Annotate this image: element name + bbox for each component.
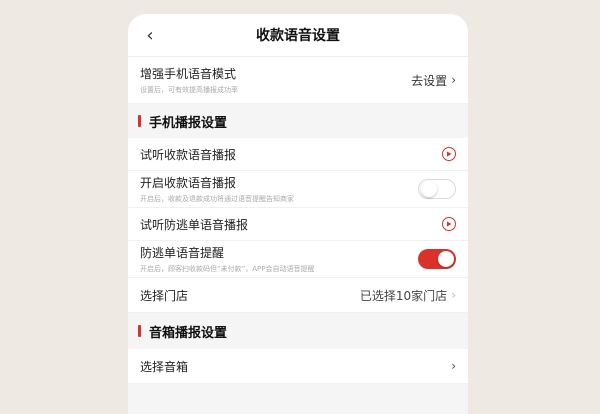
title-bar: ‹ 收款语音设置 xyxy=(128,14,468,57)
page-title: 收款语音设置 xyxy=(256,28,340,44)
enable-payment-voice-row: 开启收款语音播报 开启后，收款及退款成功将通过语音提醒告知商家 xyxy=(128,171,468,208)
play-icon[interactable] xyxy=(442,217,456,231)
anti-skip-voice-reminder-row: 防逃单语音提醒 开启后，顾客扫收款码但“未付款”，APP会自动语音提醒 xyxy=(128,241,468,278)
enhanced-voice-mode-row[interactable]: 增强手机语音模式 设置后，可有效提高播报成功率 去设置 › xyxy=(128,57,468,104)
anti-skip-voice-reminder-label: 防逃单语音提醒 xyxy=(140,246,225,260)
section-accent-bar xyxy=(138,115,141,127)
selected-store-count: 已选择10家门店 xyxy=(359,288,448,303)
enhanced-voice-mode-subtitle: 设置后，可有效提高播报成功率 xyxy=(140,86,238,94)
select-speaker-row[interactable]: 选择音箱 › xyxy=(128,349,468,384)
anti-skip-voice-reminder-subtitle: 开启后，顾客扫收款码但“未付款”，APP会自动语音提醒 xyxy=(140,265,315,273)
enhanced-voice-mode-label: 增强手机语音模式 xyxy=(140,67,237,81)
enable-payment-voice-toggle[interactable] xyxy=(418,179,456,199)
chevron-left-icon: ‹ xyxy=(146,25,154,46)
section-title: 手机播报设置 xyxy=(149,115,228,131)
phone-screen: ‹ 收款语音设置 增强手机语音模式 设置后，可有效提高播报成功率 去设置 › 手… xyxy=(128,14,468,414)
preview-payment-voice-label: 试听收款语音播报 xyxy=(140,147,237,162)
section-header-phone: 手机播报设置 xyxy=(128,104,468,138)
select-store-label: 选择门店 xyxy=(140,288,189,303)
preview-anti-skip-voice-row[interactable]: 试听防逃单语音播报 xyxy=(128,208,468,241)
section-header-speaker: 音箱播报设置 xyxy=(128,313,468,349)
enable-payment-voice-subtitle: 开启后，收款及退款成功将通过语音提醒告知商家 xyxy=(140,195,294,203)
enable-payment-voice-label: 开启收款语音播报 xyxy=(140,176,237,190)
preview-anti-skip-voice-label: 试听防逃单语音播报 xyxy=(140,217,249,232)
play-icon[interactable] xyxy=(442,147,456,161)
back-button[interactable]: ‹ xyxy=(138,24,162,48)
go-settings-link[interactable]: 去设置 xyxy=(411,72,447,89)
select-speaker-label: 选择音箱 xyxy=(140,359,189,374)
chevron-right-icon: › xyxy=(451,73,456,87)
toggle-knob xyxy=(438,251,454,267)
chevron-right-icon: › xyxy=(451,288,456,302)
section-title: 音箱播报设置 xyxy=(149,325,228,341)
anti-skip-voice-reminder-toggle[interactable] xyxy=(418,249,456,269)
toggle-knob xyxy=(421,181,437,197)
chevron-right-icon: › xyxy=(451,359,456,373)
preview-payment-voice-row[interactable]: 试听收款语音播报 xyxy=(128,138,468,171)
section-accent-bar xyxy=(138,325,141,337)
select-store-row[interactable]: 选择门店 已选择10家门店 › xyxy=(128,278,468,313)
